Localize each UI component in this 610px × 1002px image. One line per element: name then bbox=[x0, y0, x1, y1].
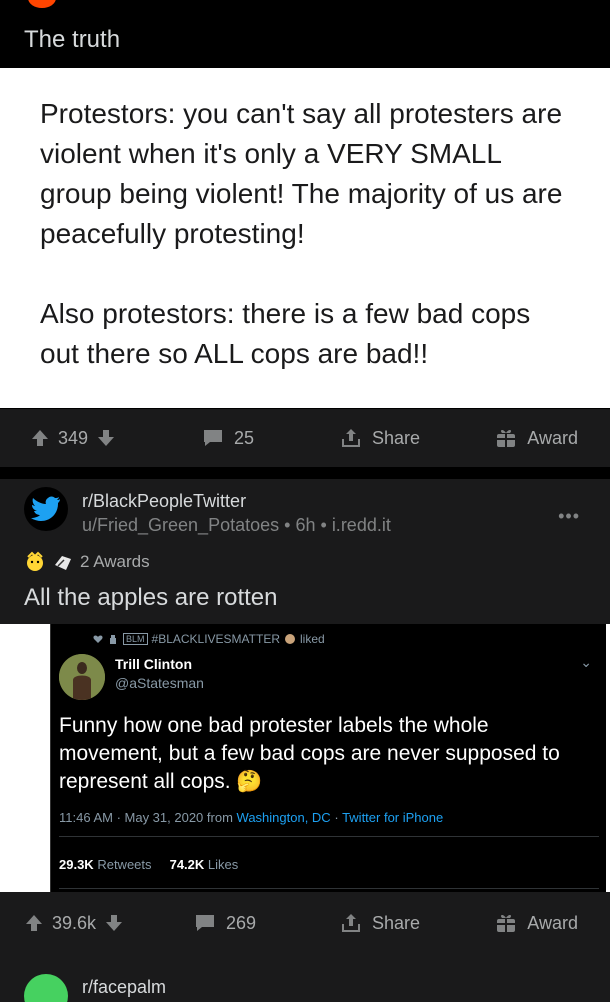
post-image[interactable]: Protestors: you can't say all protesters… bbox=[0, 68, 610, 408]
fist-icon bbox=[110, 635, 116, 644]
subreddit-name[interactable]: r/BlackPeopleTwitter bbox=[82, 491, 246, 512]
share-button[interactable]: Share bbox=[340, 427, 420, 449]
liked-by-name: #BLACKLIVESMATTER bbox=[151, 632, 280, 646]
share-label: Share bbox=[372, 912, 421, 933]
tweet-source: Twitter for iPhone bbox=[342, 810, 444, 825]
heart-icon bbox=[93, 635, 103, 643]
tweet-text: Funny how one bad protester labels the w… bbox=[59, 714, 560, 793]
gift-icon bbox=[497, 914, 516, 932]
liked-by-row: BLM #BLACKLIVESMATTER liked bbox=[93, 632, 325, 646]
award-button[interactable]: Award bbox=[495, 912, 578, 934]
share-icon bbox=[342, 429, 360, 447]
subreddit-name[interactable]: r/facepalm bbox=[82, 977, 166, 998]
comments-button[interactable]: 25 bbox=[202, 428, 254, 449]
helpful-award-icon bbox=[55, 556, 71, 570]
tweet-screenshot: BLM #BLACKLIVESMATTER liked Trill Clinto… bbox=[50, 624, 606, 892]
share-button[interactable]: Share bbox=[340, 912, 420, 934]
twitter-bird-icon bbox=[31, 496, 60, 521]
tweet-author-handle: @aStatesman bbox=[115, 675, 204, 691]
retweet-count: 29.3K bbox=[59, 857, 94, 872]
vote-count: 349 bbox=[58, 427, 89, 448]
downvote-icon[interactable] bbox=[96, 428, 116, 448]
avatar bbox=[28, 0, 56, 8]
avatar bbox=[59, 654, 105, 700]
post-title[interactable]: The truth bbox=[24, 26, 120, 54]
share-icon bbox=[342, 914, 360, 932]
like-count: 74.2K bbox=[169, 857, 205, 872]
tweet-timestamp: 11:46 AM · May 31, 2020 from Washington,… bbox=[59, 810, 444, 825]
post-text-paragraph: Protestors: you can't say all protesters… bbox=[40, 98, 563, 249]
comment-icon bbox=[204, 430, 222, 446]
comment-icon bbox=[196, 915, 214, 931]
blm-badge: BLM bbox=[123, 633, 148, 645]
tweet-stats: 29.3K Retweets 74.2K Likes bbox=[59, 857, 239, 872]
post-author[interactable]: u/Fried_Green_Potatoes bbox=[82, 515, 279, 535]
award-label: Award bbox=[527, 427, 578, 448]
awards-count: 2 Awards bbox=[80, 552, 150, 571]
downvote-icon[interactable] bbox=[104, 913, 124, 933]
upvote-icon[interactable] bbox=[30, 428, 50, 448]
chevron-down-icon: ⌄ bbox=[580, 654, 592, 670]
upvote-icon[interactable] bbox=[24, 913, 44, 933]
divider bbox=[59, 836, 599, 837]
vote-group: 349 bbox=[30, 428, 116, 449]
vote-count: 39.6k bbox=[52, 912, 97, 933]
gift-icon bbox=[497, 429, 516, 447]
comments-button[interactable]: 269 bbox=[194, 913, 256, 934]
post-text-paragraph: Also protestors: there is a few bad cops… bbox=[40, 298, 531, 369]
post-title[interactable]: All the apples are rotten bbox=[24, 584, 278, 612]
previous-post-edge bbox=[0, 0, 610, 10]
award-button[interactable]: Award bbox=[495, 427, 578, 449]
post-domain[interactable]: i.redd.it bbox=[332, 515, 391, 535]
liked-label: liked bbox=[300, 632, 325, 646]
divider bbox=[59, 888, 599, 889]
tweet-author-name: Trill Clinton bbox=[115, 656, 192, 672]
vote-group: 39.6k bbox=[24, 913, 124, 934]
wholesome-award-icon bbox=[27, 551, 43, 571]
more-options-icon[interactable]: ••• bbox=[558, 506, 580, 527]
awards-row[interactable]: 2 Awards bbox=[24, 551, 150, 573]
emoji-icon bbox=[285, 634, 295, 644]
comment-count: 269 bbox=[226, 912, 257, 933]
post-action-bar: 39.6k 269 Share Award bbox=[0, 894, 610, 952]
share-label: Share bbox=[372, 427, 421, 448]
award-label: Award bbox=[527, 912, 578, 933]
tweet-location: Washington, DC bbox=[236, 810, 331, 825]
comment-count: 25 bbox=[234, 427, 255, 448]
post-action-bar: 349 25 Share Award bbox=[0, 409, 610, 467]
post-time: 6h bbox=[295, 515, 316, 535]
subreddit-avatar[interactable] bbox=[24, 487, 68, 531]
post-meta: u/Fried_Green_Potatoes • 6h • i.redd.it bbox=[82, 515, 391, 535]
